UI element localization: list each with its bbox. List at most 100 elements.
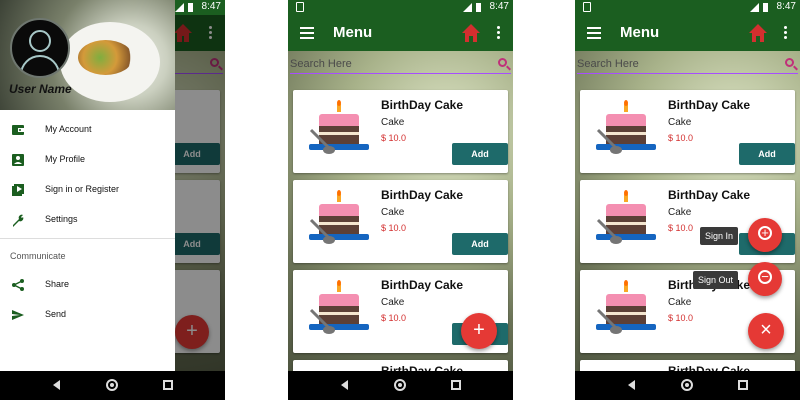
add-button[interactable]: Add bbox=[739, 143, 795, 165]
drawer-item-my-account[interactable]: My Account bbox=[0, 116, 175, 144]
signal-icon bbox=[175, 3, 184, 12]
back-icon[interactable] bbox=[628, 380, 635, 390]
drawer-item-label: Sign in or Register bbox=[45, 184, 120, 194]
drawer-scrim[interactable] bbox=[175, 15, 225, 371]
system-nav-bar bbox=[575, 371, 800, 400]
status-time: 8:47 bbox=[201, 1, 221, 12]
product-price: $ 10.0 bbox=[668, 133, 694, 143]
recent-apps-icon[interactable] bbox=[163, 380, 173, 390]
status-time: 8:47 bbox=[489, 1, 509, 12]
fab-sign-out-button[interactable]: − bbox=[748, 262, 782, 296]
share-icon bbox=[12, 279, 24, 291]
product-name: BirthDay Cake bbox=[668, 98, 751, 112]
back-icon[interactable] bbox=[341, 380, 348, 390]
battery-icon bbox=[188, 3, 193, 12]
fab-sign-in-button[interactable]: + bbox=[748, 218, 782, 252]
fab-add-button[interactable]: + bbox=[461, 313, 497, 349]
product-category: Cake bbox=[668, 297, 692, 308]
sign-in-label: Sign In bbox=[700, 227, 739, 245]
drawer-item-label: My Account bbox=[45, 124, 92, 134]
recent-apps-icon[interactable] bbox=[738, 380, 748, 390]
drawer-item-sign-in[interactable]: Sign in or Register bbox=[0, 176, 175, 204]
drawer-item-send[interactable]: Send bbox=[0, 301, 175, 329]
product-category: Cake bbox=[668, 117, 692, 128]
product-name: BirthDay Cake bbox=[381, 188, 464, 202]
battery-icon bbox=[763, 3, 768, 12]
drawer-section-title: Communicate bbox=[10, 251, 66, 261]
signal-icon bbox=[463, 3, 472, 12]
screen-menu-fab-open: 8:47 Menu Search Here BirthDay Cake Cake… bbox=[575, 0, 800, 400]
app-bar: Menu bbox=[575, 15, 800, 51]
recent-apps-icon[interactable] bbox=[451, 380, 461, 390]
overflow-menu-icon[interactable] bbox=[497, 26, 500, 41]
search-icon[interactable] bbox=[785, 58, 794, 67]
overflow-menu-icon[interactable] bbox=[784, 26, 787, 41]
hamburger-menu-icon[interactable] bbox=[587, 27, 601, 39]
search-icon[interactable] bbox=[498, 58, 507, 67]
signal-icon bbox=[750, 3, 759, 12]
avatar[interactable] bbox=[10, 18, 70, 78]
hamburger-menu-icon[interactable] bbox=[300, 27, 314, 39]
back-icon[interactable] bbox=[53, 380, 60, 390]
drawer-item-share[interactable]: Share bbox=[0, 271, 175, 299]
screen-drawer-open: 8:47 Add Add + User Name My Account My P… bbox=[0, 0, 225, 400]
home-icon[interactable] bbox=[461, 23, 481, 43]
status-bar: 8:47 bbox=[288, 0, 513, 15]
user-name: User Name bbox=[9, 82, 72, 96]
cake-image bbox=[309, 280, 369, 334]
system-nav-bar bbox=[288, 371, 513, 400]
search-bar[interactable]: Search Here bbox=[577, 56, 798, 74]
plus-icon: + bbox=[473, 319, 485, 341]
search-bar[interactable]: Search Here bbox=[290, 56, 511, 74]
send-icon bbox=[12, 310, 24, 320]
wrench-icon bbox=[13, 214, 24, 227]
status-bar: 8:47 bbox=[575, 0, 800, 15]
product-price: $ 10.0 bbox=[381, 133, 407, 143]
sign-in-icon bbox=[12, 184, 24, 196]
navigation-drawer: User Name My Account My Profile Sign in … bbox=[0, 0, 175, 371]
drawer-header: User Name bbox=[0, 0, 175, 110]
product-card[interactable]: BirthDay Cake Cake $ 10.0 Add bbox=[293, 180, 508, 263]
sd-card-icon bbox=[296, 2, 304, 12]
drawer-item-label: Settings bbox=[45, 214, 78, 224]
product-price: $ 10.0 bbox=[668, 313, 694, 323]
home-icon[interactable] bbox=[748, 23, 768, 43]
home-button-icon[interactable] bbox=[681, 379, 693, 391]
page-title: Menu bbox=[333, 24, 373, 41]
add-button[interactable]: Add bbox=[452, 233, 508, 255]
product-card[interactable]: BirthDay Cake Cake $ 10.0 Add bbox=[580, 90, 795, 173]
product-category: Cake bbox=[668, 207, 692, 218]
fab-close-button[interactable]: × bbox=[748, 313, 784, 349]
drawer-item-label: Send bbox=[45, 309, 67, 319]
sd-card-icon bbox=[583, 2, 591, 12]
status-time: 8:47 bbox=[776, 1, 796, 12]
drawer-item-label: Share bbox=[45, 279, 70, 289]
product-name: BirthDay Cake bbox=[381, 98, 464, 112]
screen-menu: 8:47 Menu Search Here BirthDay Cake Cake… bbox=[288, 0, 513, 400]
drawer-item-my-profile[interactable]: My Profile bbox=[0, 146, 175, 174]
divider bbox=[0, 238, 175, 239]
product-card[interactable]: BirthDay Cake Cake $ 10.0 Add bbox=[293, 90, 508, 173]
add-button[interactable]: Add bbox=[452, 143, 508, 165]
cake-image bbox=[309, 190, 369, 244]
drawer-item-label: My Profile bbox=[45, 154, 86, 164]
system-nav-bar bbox=[0, 371, 225, 400]
product-price: $ 10.0 bbox=[381, 223, 407, 233]
cake-image bbox=[596, 280, 656, 334]
drawer-item-settings[interactable]: Settings bbox=[0, 206, 175, 234]
product-price: $ 10.0 bbox=[668, 223, 694, 233]
product-price: $ 10.0 bbox=[381, 313, 407, 323]
sign-out-label: Sign Out bbox=[693, 271, 739, 289]
profile-card-icon bbox=[12, 154, 24, 166]
product-name: BirthDay Cake bbox=[668, 188, 751, 202]
cake-image bbox=[596, 190, 656, 244]
product-category: Cake bbox=[381, 117, 405, 128]
page-title: Menu bbox=[620, 24, 660, 41]
home-button-icon[interactable] bbox=[394, 379, 406, 391]
food-image bbox=[78, 40, 133, 75]
product-name: BirthDay Cake bbox=[381, 278, 464, 292]
search-input[interactable]: Search Here bbox=[577, 58, 639, 70]
product-category: Cake bbox=[381, 297, 405, 308]
home-button-icon[interactable] bbox=[106, 379, 118, 391]
search-input[interactable]: Search Here bbox=[290, 58, 352, 70]
